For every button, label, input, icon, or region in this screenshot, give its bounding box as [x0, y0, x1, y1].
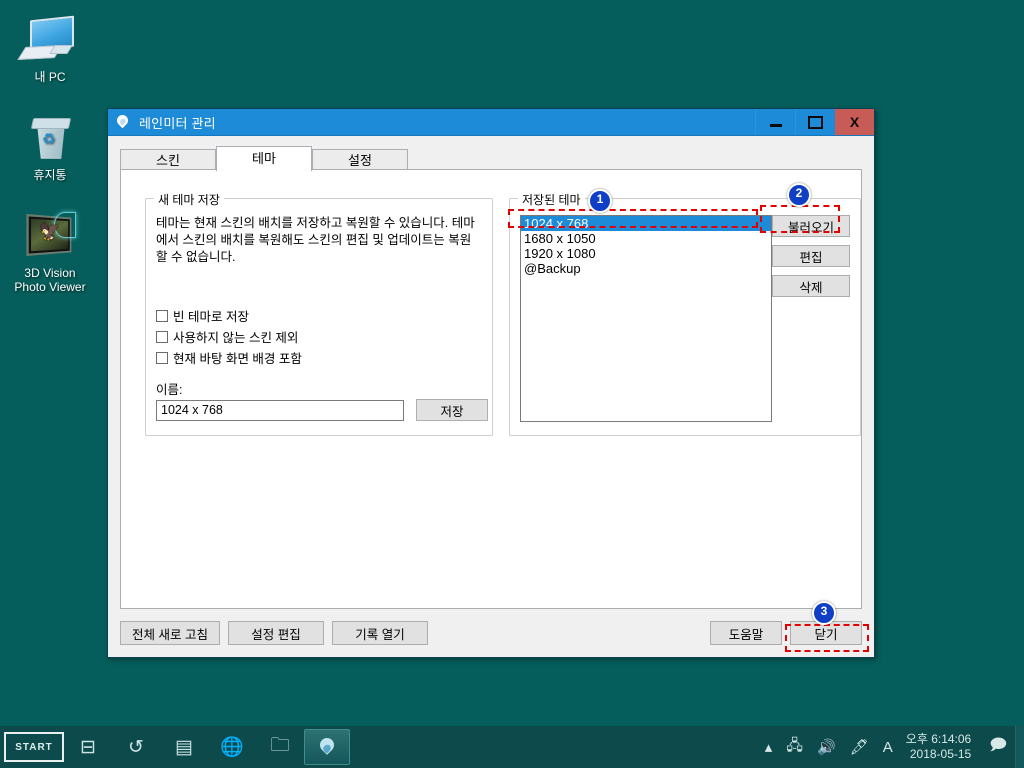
load-theme-button[interactable]: 불러오기 [772, 215, 850, 237]
taskbar: START ⊟ ↺ ▤ 🌐 🗀 ▴ 🖧 🔊 🖋 A 오후 6:14:06 201… [0, 726, 1024, 768]
save-theme-button[interactable]: 저장 [416, 399, 488, 421]
start-button[interactable]: START [4, 732, 64, 762]
refresh-all-button[interactable]: 전체 새로 고침 [120, 621, 220, 645]
new-theme-group: 새 테마 저장 테마는 현재 스킨의 배치를 저장하고 복원할 수 있습니다. … [145, 191, 493, 436]
computer-icon [17, 15, 78, 66]
edit-settings-button[interactable]: 설정 편집 [228, 621, 324, 645]
theme-name-label: 이름: [156, 383, 183, 397]
list-item[interactable]: 1680 x 1050 [521, 231, 771, 246]
theme-name-input[interactable] [156, 399, 404, 421]
browser-icon[interactable]: 🌐 [208, 726, 256, 768]
show-hidden-icons-chevron[interactable]: ▴ [758, 738, 780, 756]
pen-icon[interactable]: 🖋 [843, 738, 876, 756]
open-log-button[interactable]: 기록 열기 [332, 621, 428, 645]
desktop-icon-area: 내 PC ♻ 휴지통 🦅 3D Vision Photo Viewer [0, 0, 100, 294]
show-desktop-button[interactable] [1015, 726, 1024, 768]
step-badge-2: 2 [787, 183, 811, 207]
step-badge-3: 3 [812, 601, 836, 625]
droplet-icon [114, 112, 132, 131]
checkbox-label: 빈 테마로 저장 [173, 310, 249, 324]
photo-viewer-icon: 🦅 [22, 212, 78, 262]
saved-themes-group-title: 저장된 테마 [518, 191, 585, 208]
list-item[interactable]: @Backup [521, 261, 771, 276]
help-button[interactable]: 도움말 [710, 621, 782, 645]
edit-theme-button[interactable]: 편집 [772, 245, 850, 267]
selected-theme-item[interactable]: 1024 x 768 [521, 216, 771, 231]
recycle-bin-icon: ♻ [22, 114, 78, 164]
saved-themes-listbox[interactable]: 1024 x 768 1680 x 1050 1920 x 1080 @Back… [520, 215, 772, 422]
theme-action-buttons: 불러오기 편집 삭제 [772, 215, 850, 305]
window-titlebar[interactable]: 레인미터 관리 X [108, 109, 874, 136]
tab-skins[interactable]: 스킨 [120, 149, 216, 171]
themes-tab-panel: 새 테마 저장 테마는 현재 스킨의 배치를 저장하고 복원할 수 있습니다. … [120, 169, 862, 609]
checkbox-label: 사용하지 않는 스킨 제외 [173, 331, 299, 345]
new-theme-group-title: 새 테마 저장 [154, 191, 224, 208]
theme-name-row: 저장 [156, 399, 488, 421]
checkbox-icon[interactable] [156, 351, 168, 364]
minimize-button[interactable] [755, 109, 795, 135]
window-close-button[interactable]: X [835, 109, 874, 135]
maximize-button[interactable] [795, 109, 835, 135]
list-item[interactable]: 1920 x 1080 [521, 246, 771, 261]
tab-strip: 스킨 테마 설정 [120, 146, 874, 171]
window-bottom-bar: 전체 새로 고침 설정 편집 기록 열기 도움말 닫기 [120, 621, 862, 645]
history-icon[interactable]: ↺ [112, 726, 160, 768]
volume-icon[interactable]: 🔊 [810, 738, 843, 756]
window-title: 레인미터 관리 [139, 115, 216, 131]
desktop-icon-3d-vision-photo-viewer[interactable]: 🦅 3D Vision Photo Viewer [0, 204, 100, 294]
checkbox-icon[interactable] [156, 330, 168, 343]
desktop-icon-recycle-bin[interactable]: ♻ 휴지통 [0, 106, 100, 182]
clock[interactable]: 오후 6:14:06 2018-05-15 [900, 732, 981, 762]
network-icon[interactable]: 🖧 [779, 735, 810, 760]
rainmeter-manage-window: 레인미터 관리 X 스킨 테마 설정 새 테마 저장 테마는 현재 스킨의 배치… [107, 108, 875, 658]
step-badge-1: 1 [588, 189, 612, 213]
new-theme-options: 빈 테마로 저장 사용하지 않는 스킨 제외 현재 바탕 화면 배경 포함 [156, 305, 302, 368]
bottom-right-buttons: 도움말 닫기 [710, 621, 862, 645]
tab-settings[interactable]: 설정 [312, 149, 408, 171]
desktop-icon-label: 휴지통 [33, 168, 67, 182]
ime-indicator[interactable]: A [876, 739, 900, 756]
saved-themes-group: 저장된 테마 1024 x 768 1680 x 1050 1920 x 108… [509, 191, 861, 436]
checkbox-label: 현재 바탕 화면 배경 포함 [173, 352, 302, 366]
desktop-icon-label: 3D Vision Photo Viewer [14, 266, 86, 294]
checkbox-exclude-unused-skins[interactable]: 사용하지 않는 스킨 제외 [156, 326, 302, 347]
notes-icon[interactable]: ▤ [160, 726, 208, 768]
droplet-icon [317, 737, 337, 757]
new-theme-description: 테마는 현재 스킨의 배치를 저장하고 복원할 수 있습니다. 테마에서 스킨의… [156, 216, 475, 264]
desktop-icon-my-pc[interactable]: 내 PC [0, 8, 100, 84]
delete-theme-button[interactable]: 삭제 [772, 275, 850, 297]
desktop-icon-label: 내 PC [34, 70, 66, 84]
clock-time: 오후 6:14:06 [905, 732, 972, 746]
checkbox-icon[interactable] [156, 309, 168, 322]
action-center-icon[interactable]: 🗩 [981, 734, 1015, 761]
tab-themes[interactable]: 테마 [216, 146, 312, 171]
file-explorer-icon[interactable]: 🗀 [256, 726, 304, 768]
task-view-icon[interactable]: ⊟ [64, 726, 112, 768]
bottom-left-buttons: 전체 새로 고침 설정 편집 기록 열기 [120, 621, 428, 645]
clock-date: 2018-05-15 [909, 747, 972, 761]
checkbox-include-wallpaper[interactable]: 현재 바탕 화면 배경 포함 [156, 347, 302, 368]
checkbox-save-empty-theme[interactable]: 빈 테마로 저장 [156, 305, 302, 326]
rainmeter-taskbar-icon[interactable] [304, 729, 350, 765]
system-tray: ▴ 🖧 🔊 🖋 A 오후 6:14:06 2018-05-15 🗩 [758, 726, 1024, 768]
window-controls: X [755, 109, 874, 135]
